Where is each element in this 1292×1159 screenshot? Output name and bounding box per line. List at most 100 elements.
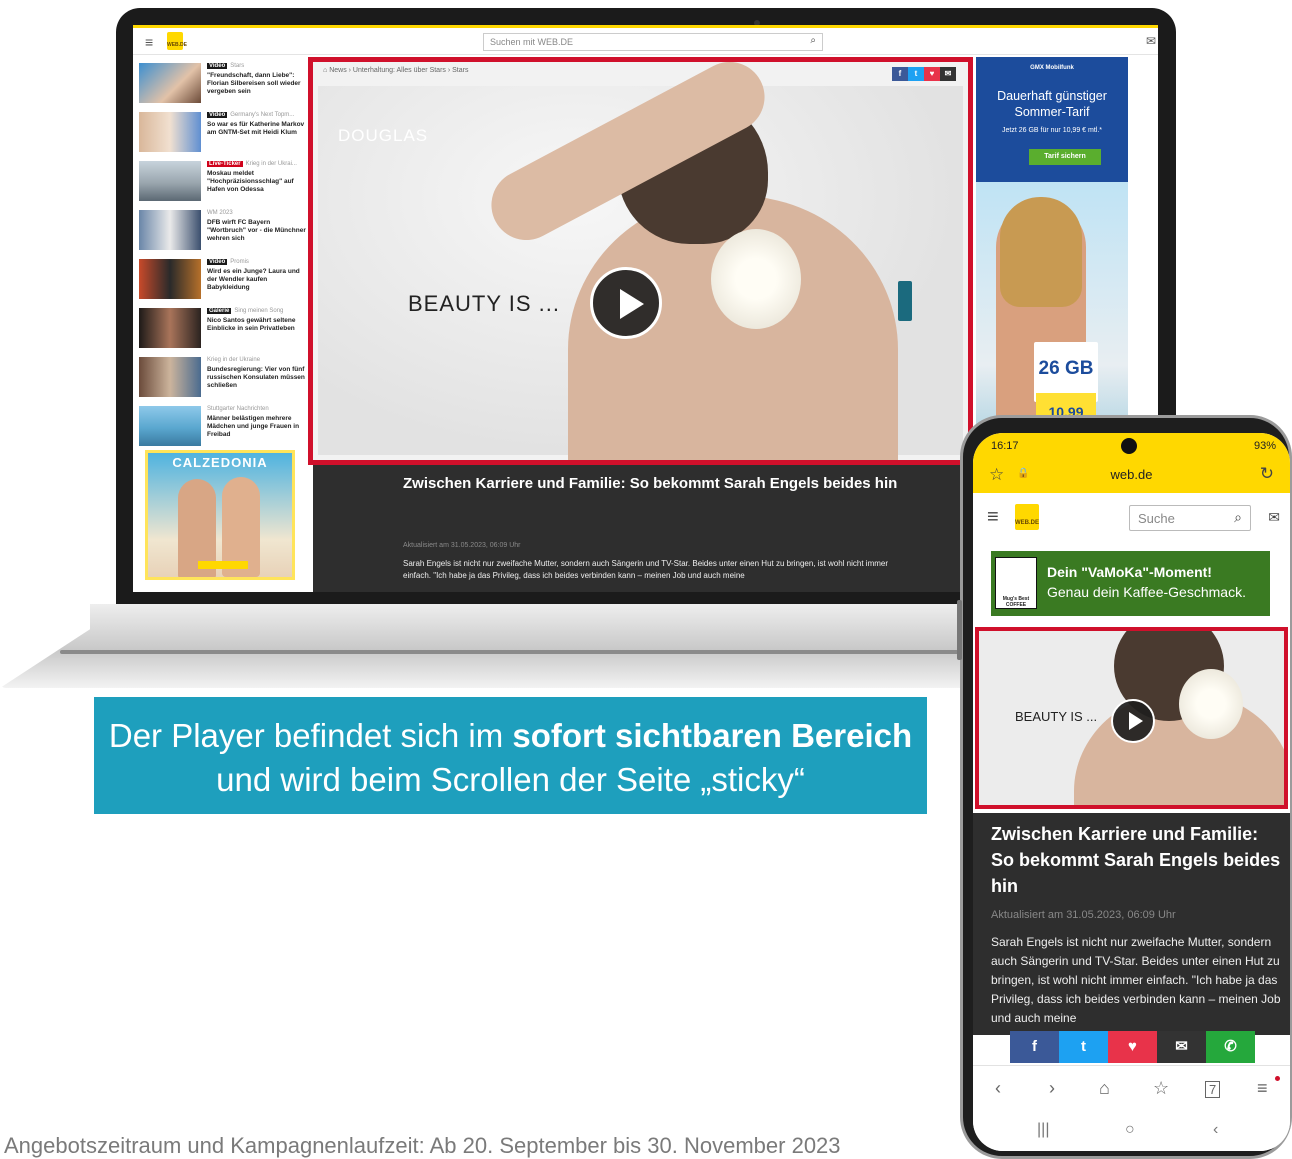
news-tag: Video Promis: [207, 259, 249, 265]
news-title[interactable]: DFB wirft FC Bayern "Wortbruch" vor - di…: [207, 219, 307, 243]
browser-url-bar: ☆ 🔒 web.de ↻: [973, 459, 1290, 493]
calzedonia-ad[interactable]: CALZEDONIA: [145, 450, 295, 580]
mail-share-button[interactable]: ✉: [1157, 1031, 1206, 1063]
webde-logo[interactable]: WEB.DE: [167, 32, 187, 50]
recent-apps-icon[interactable]: |||: [1037, 1121, 1049, 1139]
mobile-topbar: ≡ WEB.DE Suche ⌕ ✉: [973, 501, 1290, 535]
home-circle-icon[interactable]: ○: [1125, 1121, 1135, 1139]
pocket-share-button[interactable]: ♥: [1108, 1031, 1157, 1063]
system-nav-bar: ||| ○ ‹: [973, 1113, 1290, 1151]
ad-headline: Dauerhaft günstiger Sommer-Tarif: [997, 89, 1107, 119]
ad-headline: Dein "VaMoKa"-Moment!: [1047, 564, 1212, 580]
news-title[interactable]: Nico Santos gewährt seltene Einblicke in…: [207, 317, 307, 333]
mail-share-button[interactable]: ✉: [940, 67, 956, 81]
news-thumbnail: [139, 112, 201, 152]
facebook-share-button[interactable]: f: [1010, 1031, 1059, 1063]
news-title[interactable]: Wird es ein Junge? Laura und der Wendler…: [207, 268, 307, 292]
reload-icon[interactable]: ↻: [1260, 464, 1274, 484]
search-input[interactable]: Suche ⌕: [1129, 505, 1251, 531]
menu-icon[interactable]: ≡: [1257, 1078, 1268, 1099]
mail-icon[interactable]: ✉: [1146, 34, 1156, 48]
video-image-flower: [711, 229, 801, 329]
share-bar: f t ♥ ✉ ✆: [1010, 1031, 1255, 1063]
search-placeholder: Suchen mit WEB.DE: [490, 37, 574, 47]
bookmarks-icon[interactable]: ☆: [1153, 1078, 1169, 1099]
article-date: Aktualisiert am 31.05.2023, 06:09 Uhr: [403, 542, 521, 549]
webde-logo[interactable]: WEB.DE: [1015, 504, 1039, 530]
banner-line-1: Der Player befindet sich im sofort sicht…: [108, 717, 913, 754]
info-banner: Der Player befindet sich im sofort sicht…: [94, 697, 927, 814]
coffee-logo: Mug's Best COFFEE: [995, 557, 1037, 609]
list-item[interactable]: WM 2023 DFB wirft FC Bayern "Wortbruch" …: [139, 206, 307, 254]
list-item[interactable]: Video Stars "Freundschaft, dann Liebe": F…: [139, 59, 307, 107]
volume-slider[interactable]: [898, 281, 912, 321]
list-item[interactable]: Video Promis Wird es ein Junge? Laura und…: [139, 255, 307, 303]
coffee-ad[interactable]: Mug's Best COFFEE Dein "VaMoKa"-Moment! …: [991, 551, 1270, 616]
status-time: 16:17: [991, 440, 1019, 452]
news-thumbnail: [139, 259, 201, 299]
news-title[interactable]: Männer belästigen mehrere Mädchen und ju…: [207, 415, 307, 439]
article-section: Zwischen Karriere und Familie: So bekomm…: [313, 465, 973, 592]
news-title[interactable]: So war es für Katherine Markov am GNTM-S…: [207, 121, 307, 137]
ad-cta-button[interactable]: [198, 561, 248, 569]
news-tag: Live-Ticker Krieg in der Ukrai...: [207, 161, 297, 167]
news-thumbnail: [139, 406, 201, 446]
video-tagline: BEAUTY IS ...: [1015, 709, 1098, 724]
video-image-flower: [1179, 669, 1243, 739]
video-player[interactable]: ⌂ News › Unterhaltung: Alles über Stars …: [308, 57, 973, 465]
news-title[interactable]: "Freundschaft, dann Liebe": Florian Silb…: [207, 72, 307, 96]
battery-level: 93%: [1253, 440, 1276, 452]
browser-toolbar: ‹ › ⌂ ☆ 7 ≡: [973, 1065, 1290, 1113]
play-button[interactable]: [1111, 699, 1155, 743]
article-title: Zwischen Karriere und Familie: So bekomm…: [991, 824, 1281, 896]
news-tag: Video Stars: [207, 63, 245, 69]
search-input[interactable]: Suchen mit WEB.DE ⌕: [483, 33, 823, 51]
mobile-screen: 16:17 93% ☆ 🔒 web.de ↻ ≡ WEB.DE Suche ⌕ …: [973, 433, 1290, 1151]
twitter-share-button[interactable]: t: [1059, 1031, 1108, 1063]
breadcrumb: ⌂ News › Unterhaltung: Alles über Stars …: [323, 67, 469, 74]
menu-icon[interactable]: ≡: [145, 34, 153, 50]
notification-dot: [1275, 1076, 1280, 1081]
article-title: Zwischen Karriere und Familie: So bekomm…: [403, 475, 898, 492]
search-placeholder: Suche: [1138, 511, 1175, 526]
list-item[interactable]: Stuttgarter Nachrichten Männer belästige…: [139, 402, 307, 450]
mail-icon[interactable]: ✉: [1268, 509, 1280, 526]
ad-subline: Jetzt 26 GB für nur 10,99 € mtl.*: [1002, 127, 1102, 134]
back-nav-icon[interactable]: ‹: [1213, 1121, 1218, 1139]
list-item[interactable]: Galerie Sing meinen Song Nico Santos gewä…: [139, 304, 307, 352]
twitter-share-button[interactable]: t: [908, 67, 924, 81]
tarif-sichern-button[interactable]: Tarif sichern: [1029, 149, 1101, 165]
desktop-topbar: ≡ WEB.DE Suchen mit WEB.DE ⌕ ✉: [133, 25, 1158, 55]
campaign-note: Angebotszeitraum und Kampagnenlaufzeit: …: [4, 1133, 841, 1158]
article-text: Sarah Engels ist nicht nur zweifache Mut…: [991, 935, 1281, 1025]
news-thumbnail: [139, 210, 201, 250]
facebook-share-button[interactable]: f: [892, 67, 908, 81]
url-text[interactable]: web.de: [973, 467, 1290, 482]
back-icon[interactable]: ‹: [995, 1078, 1001, 1099]
news-tag: WM 2023: [207, 210, 233, 216]
whatsapp-share-button[interactable]: ✆: [1206, 1031, 1255, 1063]
pocket-share-button[interactable]: ♥: [924, 67, 940, 81]
phone-side-button: [957, 600, 962, 660]
list-item[interactable]: Live-Ticker Krieg in der Ukrai... Moskau …: [139, 157, 307, 205]
status-bar: 16:17 93%: [973, 433, 1290, 459]
forward-icon[interactable]: ›: [1049, 1078, 1055, 1099]
tabs-icon[interactable]: 7: [1205, 1081, 1221, 1098]
list-item[interactable]: Krieg in der Ukraine Bundesregierung: Vi…: [139, 353, 307, 401]
article-text: Sarah Engels ist nicht nur zweifache Mut…: [403, 559, 889, 580]
play-button[interactable]: [590, 267, 662, 339]
menu-icon[interactable]: ≡: [987, 506, 999, 529]
news-thumbnail: [139, 308, 201, 348]
search-icon[interactable]: ⌕: [1234, 509, 1242, 526]
ad-subline: Genau dein Kaffee-Geschmack.: [1047, 584, 1246, 600]
video-player[interactable]: BEAUTY IS ...: [975, 627, 1288, 809]
news-title[interactable]: Bundesregierung: Vier von fünf russische…: [207, 366, 307, 390]
news-title[interactable]: Moskau meldet "Hochpräzisionsschlag" auf…: [207, 170, 307, 194]
video-frame: DOUGLAS BEAUTY IS ...: [318, 62, 963, 460]
search-icon[interactable]: ⌕: [810, 35, 816, 46]
news-tag: Stuttgarter Nachrichten: [207, 406, 269, 412]
news-thumbnail: [139, 63, 201, 103]
list-item[interactable]: Video Germany's Next Topm... So war es fü…: [139, 108, 307, 156]
home-icon[interactable]: ⌂: [1099, 1078, 1110, 1099]
news-tag: Video Germany's Next Topm...: [207, 112, 295, 118]
